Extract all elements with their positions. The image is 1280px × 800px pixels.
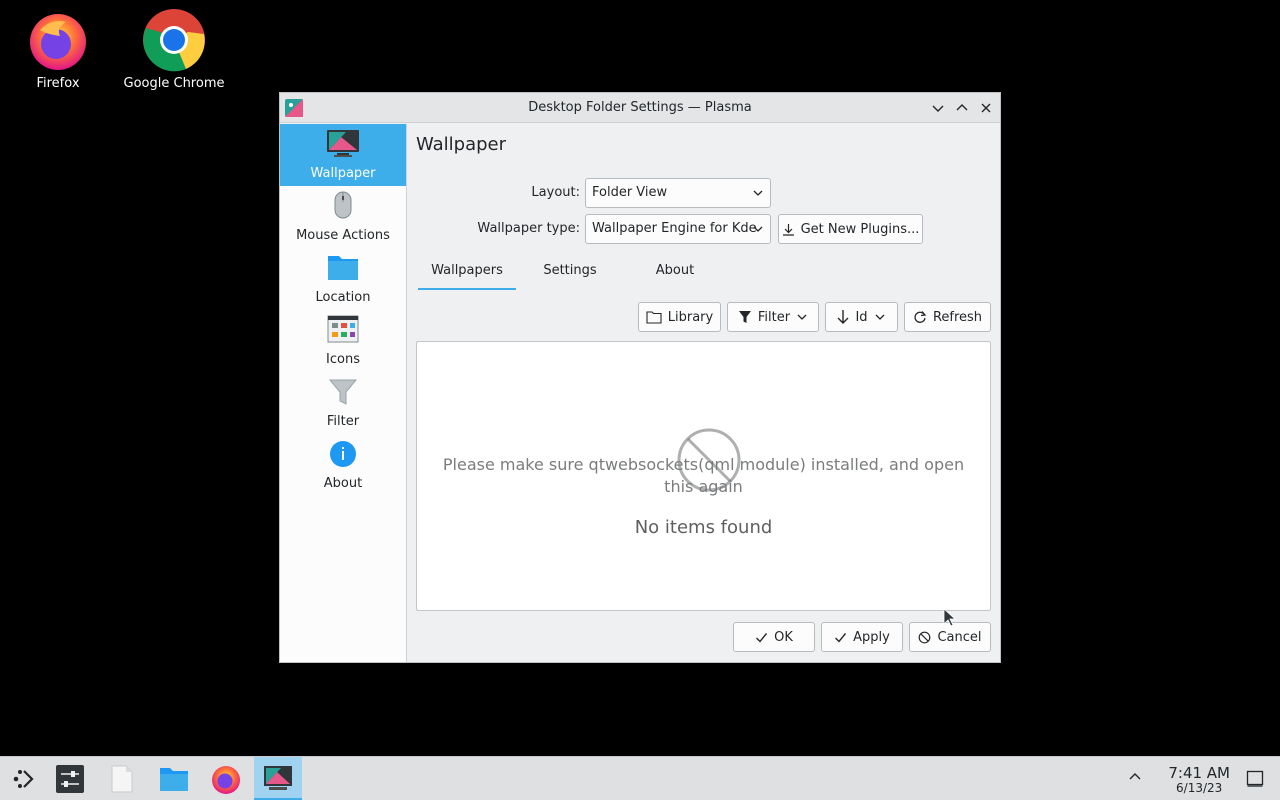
cancel-icon: [919, 631, 931, 643]
empty-title: No items found: [634, 517, 773, 538]
close-button[interactable]: [976, 98, 996, 118]
desktop-icon-firefox[interactable]: Firefox: [3, 0, 113, 91]
content-area: Wallpaper Layout: Folder View Wallpaper …: [407, 124, 1000, 662]
tab-wallpapers[interactable]: Wallpapers: [418, 260, 516, 290]
ok-button[interactable]: OK: [733, 622, 815, 652]
apply-label: Apply: [853, 629, 890, 645]
library-label: Library: [667, 309, 714, 325]
filter-label: Filter: [757, 309, 791, 325]
show-desktop-button[interactable]: [1246, 770, 1264, 792]
get-new-plugins-label: Get New Plugins...: [800, 221, 920, 237]
settings-window: Desktop Folder Settings — Plasma Wallpap…: [279, 92, 1001, 663]
checkmark-icon: [835, 632, 847, 643]
settings-sliders-icon: [56, 765, 84, 793]
chevron-down-icon: [753, 226, 763, 232]
chevron-down-icon: [797, 314, 807, 320]
chevron-down-icon: [932, 105, 944, 112]
sidebar-item-label: About: [323, 476, 363, 491]
maximize-button[interactable]: [952, 98, 972, 118]
desktop-icon-label: Google Chrome: [123, 76, 225, 91]
wallpapers-list[interactable]: Please make sure qtwebsockets(qml module…: [416, 341, 991, 611]
taskbar-dolphin[interactable]: [150, 757, 198, 800]
sort-button[interactable]: Id: [825, 302, 898, 332]
refresh-icon: [914, 311, 927, 323]
document-icon: [111, 765, 133, 793]
taskbar-plasma-settings[interactable]: [254, 757, 302, 800]
tab-about[interactable]: About: [626, 260, 724, 290]
sidebar-item-location[interactable]: Location: [280, 248, 406, 310]
launcher-icon: [13, 770, 34, 788]
firefox-icon: [212, 766, 240, 794]
info-icon: [326, 437, 360, 471]
tab-settings[interactable]: Settings: [521, 260, 619, 290]
checkmark-icon: [756, 632, 768, 643]
folder-icon: [160, 768, 188, 791]
layout-select[interactable]: Folder View: [585, 178, 771, 208]
sidebar-item-about[interactable]: About: [280, 434, 406, 496]
layout-select-value: Folder View: [592, 185, 668, 200]
sort-label: Id: [855, 309, 868, 325]
folder-outline-icon: [646, 311, 662, 324]
minimize-button[interactable]: [928, 98, 948, 118]
folder-icon: [326, 251, 360, 285]
sidebar-item-wallpaper[interactable]: Wallpaper: [280, 124, 406, 186]
monitor-icon: [326, 127, 360, 161]
window-titlebar[interactable]: Desktop Folder Settings — Plasma: [280, 93, 1000, 123]
window-title: Desktop Folder Settings — Plasma: [528, 100, 752, 115]
sidebar-item-label: Wallpaper: [310, 166, 376, 181]
tab-label: Wallpapers: [431, 263, 503, 278]
apply-button[interactable]: Apply: [821, 622, 903, 652]
wallpaper-icon: [264, 765, 292, 790]
desktop-icon-chrome[interactable]: Google Chrome: [119, 0, 229, 91]
chevron-down-icon: [875, 314, 885, 320]
chevron-up-icon: [956, 104, 968, 111]
sidebar-item-filter[interactable]: Filter: [280, 372, 406, 434]
get-new-plugins-button[interactable]: Get New Plugins...: [778, 214, 923, 244]
chrome-icon: [142, 8, 206, 72]
funnel-icon: [326, 375, 360, 409]
taskbar-file[interactable]: [98, 757, 146, 800]
filter-button[interactable]: Filter: [727, 302, 819, 332]
clock-date: 6/13/23: [1176, 781, 1223, 795]
library-button[interactable]: Library: [638, 302, 721, 332]
wallpaper-type-label: Wallpaper type:: [477, 221, 580, 236]
layout-label: Layout:: [531, 185, 580, 200]
chevron-down-icon: [753, 190, 763, 196]
sidebar-item-label: Location: [315, 290, 371, 305]
cancel-label: Cancel: [937, 629, 982, 645]
application-launcher-button[interactable]: [0, 757, 48, 800]
page-title: Wallpaper: [416, 134, 507, 155]
desktop-icon-label: Firefox: [36, 76, 80, 91]
tab-label: About: [655, 263, 695, 278]
ok-label: OK: [774, 629, 793, 645]
sidebar-item-label: Filter: [326, 414, 360, 429]
sidebar-item-label: Icons: [326, 352, 360, 367]
taskbar: 7:41 AM 6/13/23: [0, 756, 1280, 800]
sidebar: Wallpaper Mouse Actions Location Icons F…: [280, 124, 407, 662]
tab-label: Settings: [543, 263, 597, 278]
wallpaper-type-select[interactable]: Wallpaper Engine for Kde: [585, 214, 771, 244]
firefox-icon: [26, 8, 90, 72]
digital-clock[interactable]: 7:41 AM 6/13/23: [1168, 765, 1230, 795]
download-icon: [782, 223, 794, 236]
arrow-down-icon: [837, 310, 849, 324]
show-desktop-icon: [1246, 770, 1264, 787]
mouse-cursor-icon: [943, 608, 957, 627]
taskbar-system-settings[interactable]: [46, 757, 94, 800]
refresh-label: Refresh: [932, 309, 983, 325]
sidebar-item-icons[interactable]: Icons: [280, 310, 406, 372]
funnel-icon: [738, 311, 751, 323]
empty-message: Please make sure qtwebsockets(qml module…: [442, 455, 965, 496]
taskbar-firefox[interactable]: [202, 757, 250, 800]
icons-grid-icon: [326, 313, 360, 347]
refresh-button[interactable]: Refresh: [904, 302, 991, 332]
chevron-up-icon: [1129, 773, 1141, 780]
close-icon: [981, 103, 991, 113]
wallpaper-type-select-value: Wallpaper Engine for Kde: [592, 221, 757, 236]
clock-time: 7:41 AM: [1168, 764, 1230, 782]
mouse-icon: [326, 189, 360, 223]
system-tray-expand-button[interactable]: [1128, 770, 1142, 788]
